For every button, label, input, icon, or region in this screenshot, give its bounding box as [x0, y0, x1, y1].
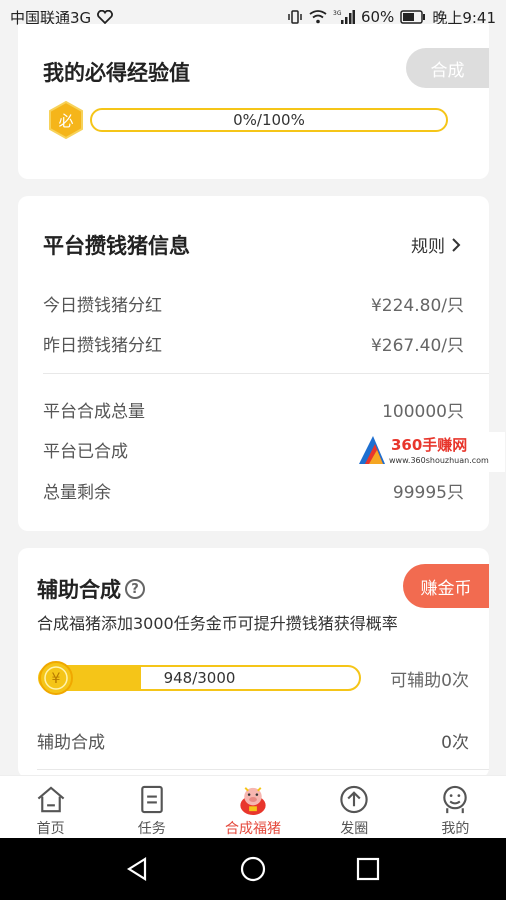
recents-icon[interactable] — [353, 854, 383, 884]
remaining-row: 总量剩余 99995只 — [43, 478, 464, 503]
coin-char: ¥ — [52, 671, 61, 687]
nav-label: 任务 — [137, 821, 166, 837]
nav-label: 发圈 — [340, 821, 369, 837]
nav-item-tasks[interactable]: 任务 — [101, 776, 202, 838]
divider — [37, 769, 489, 770]
combine-button[interactable]: 合成 — [406, 48, 489, 88]
row-label: 平台已合成 — [43, 442, 128, 462]
network-badge: 3G — [333, 10, 342, 17]
assist-count: 可辅助0次 — [390, 671, 469, 691]
home-icon — [37, 786, 64, 813]
row-label: 总量剩余 — [43, 483, 111, 503]
home-circle-icon[interactable] — [238, 854, 268, 884]
gold-progress-bar: 948/3000 — [38, 665, 361, 691]
nav-item-share[interactable]: 发圈 — [304, 776, 405, 838]
assist-description: 合成福猪添加3000任务金币可提升攒钱猪获得概率 — [37, 614, 398, 633]
yesterday-dividend-row: 昨日攒钱猪分红 ¥267.40/只 — [43, 331, 464, 356]
nav-item-pig[interactable]: 合成福猪 — [202, 776, 303, 838]
exp-progress-bar: 0%/100% — [90, 108, 448, 132]
assist-card: 辅助合成 ? 赚金币 合成福猪添加3000任务金币可提升攒钱猪获得概率 948/… — [18, 548, 489, 778]
rules-label: 规则 — [411, 237, 445, 257]
back-icon[interactable] — [123, 854, 153, 884]
assist-title-wrap: 辅助合成 ? — [37, 574, 145, 604]
watermark-url: www.360shouzhuan.com — [389, 456, 489, 465]
row-value: 99995只 — [392, 483, 464, 503]
heart-icon — [97, 10, 114, 24]
bottom-nav: 首页 任务 合成福猪 发圈 我的 — [0, 775, 506, 838]
system-nav-bar — [0, 838, 506, 900]
divider — [43, 373, 489, 374]
assist-row: 辅助合成 0次 — [37, 728, 469, 753]
row-label: 辅助合成 — [37, 733, 105, 753]
nav-item-home[interactable]: 首页 — [0, 776, 101, 838]
share-icon — [340, 785, 368, 814]
wifi-icon — [309, 10, 327, 24]
coin-icon: ¥ — [39, 661, 73, 695]
row-value: 100000只 — [382, 402, 464, 422]
assist-card-title: 辅助合成 — [37, 578, 121, 602]
vibrate-icon — [287, 9, 303, 25]
must-badge-icon: 必 — [49, 101, 83, 139]
exp-progress-text: 0%/100% — [233, 111, 305, 129]
gold-progress-text: 948/3000 — [163, 669, 236, 687]
task-icon — [141, 785, 163, 814]
today-dividend-row: 今日攒钱猪分红 ¥224.80/只 — [43, 291, 464, 316]
nav-item-profile[interactable]: 我的 — [405, 776, 506, 838]
watermark-logo: 360手赚网 www.360shouzhuan.com — [355, 432, 505, 472]
total-row: 平台合成总量 100000只 — [43, 397, 464, 422]
nav-label: 首页 — [36, 821, 65, 837]
pig-icon — [240, 787, 266, 816]
row-value: ¥267.40/只 — [370, 336, 464, 356]
nav-label: 我的 — [441, 821, 470, 837]
row-label: 平台合成总量 — [43, 402, 145, 422]
exp-card-title: 我的必得经验值 — [43, 61, 190, 85]
nav-label: 合成福猪 — [225, 821, 281, 837]
rules-link[interactable]: 规则 — [411, 232, 461, 257]
pig-card-title: 平台攒钱猪信息 — [43, 234, 190, 258]
battery-icon — [400, 10, 426, 24]
help-icon[interactable]: ? — [125, 579, 145, 599]
profile-icon — [443, 785, 468, 814]
earn-coins-button[interactable]: 赚金币 — [403, 564, 489, 608]
watermark-title: 360手赚网 — [391, 436, 467, 454]
pig-info-card: 平台攒钱猪信息 规则 今日攒钱猪分红 ¥224.80/只 昨日攒钱猪分红 ¥26… — [18, 196, 505, 531]
badge-char: 必 — [58, 112, 73, 130]
row-value: ¥224.80/只 — [370, 296, 464, 316]
row-label: 今日攒钱猪分红 — [43, 296, 162, 316]
signal-icon: 3G — [333, 9, 355, 25]
chevron-right-icon — [452, 237, 461, 252]
row-value: 0次 — [441, 733, 469, 753]
exp-card: 我的必得经验值 合成 必 0%/100% — [18, 24, 489, 179]
row-label: 昨日攒钱猪分红 — [43, 336, 162, 356]
